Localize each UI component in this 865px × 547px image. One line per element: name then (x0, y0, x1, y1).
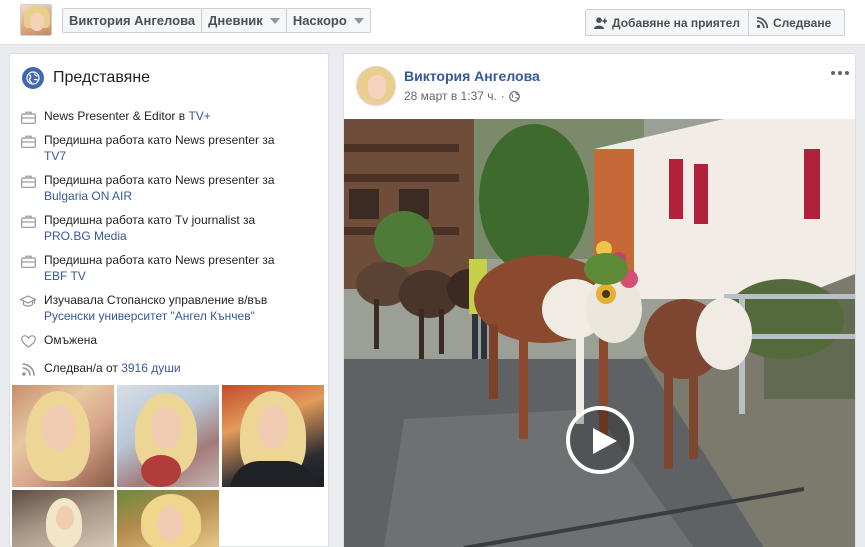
employer-link[interactable]: TV7 (44, 149, 66, 163)
globe-icon[interactable] (508, 90, 520, 102)
chevron-down-icon (353, 18, 364, 24)
crumb-timeline[interactable]: Дневник (201, 8, 287, 33)
post-timestamp[interactable]: 28 март в 1:37 ч. (404, 89, 497, 103)
crumb-recent-label: Наскоро (292, 13, 347, 28)
briefcase-icon (20, 133, 36, 149)
photo-face (42, 405, 76, 451)
intro-item-text: News Presenter & Editor в (44, 109, 189, 123)
intro-item-work-pro-bg: Предишна работа като Tv journalist за PRO… (20, 212, 320, 244)
profile-photo-thumbnail[interactable] (12, 490, 114, 547)
photo-roses (141, 455, 181, 487)
intro-list: News Presenter & Editor в TV+ Предишна р… (20, 108, 320, 380)
photo-face (56, 506, 74, 530)
intro-item-text: Предишна работа като News presenter за (44, 173, 275, 187)
photo-face (151, 407, 181, 449)
crumb-recent[interactable]: Наскоро (285, 8, 371, 33)
employer-link[interactable]: EBF TV (44, 269, 86, 283)
intro-item-work-tv7: Предишна работа като News presenter за TV… (20, 132, 320, 164)
avatar-face (30, 13, 44, 31)
intro-item-work-bulgaria-on-air: Предишна работа като News presenter за Bu… (20, 172, 320, 204)
school-link[interactable]: Русенски университет "Ангел Кънчев" (44, 309, 255, 323)
employer-link[interactable]: PRO.BG Media (44, 229, 127, 243)
intro-card: Представяне News Presenter & Editor в TV… (9, 53, 329, 547)
heart-icon (20, 333, 36, 349)
employer-link[interactable]: TV+ (188, 109, 210, 123)
intro-item-text: Изучавала Стопанско управление в/във (44, 293, 268, 307)
profile-actions: Добавяне на приятел Следване (585, 9, 845, 36)
profile-top-bar: Виктория Ангелова Дневник Наскоро Добавя… (0, 0, 865, 45)
dot-icon (831, 71, 835, 75)
intro-header: Представяне (22, 66, 150, 90)
profile-photo-thumbnail[interactable] (12, 385, 114, 487)
post-video[interactable] (344, 119, 855, 547)
intro-item-relationship: Омъжена (20, 332, 320, 352)
rss-icon (20, 361, 36, 377)
add-friend-icon (594, 16, 607, 29)
intro-item-text: Следван/а от (44, 361, 122, 375)
briefcase-icon (20, 253, 36, 269)
crumb-profile-name[interactable]: Виктория Ангелова (62, 8, 203, 33)
profile-avatar-small[interactable] (20, 4, 52, 36)
dot-icon (845, 71, 849, 75)
video-frame-cows (344, 119, 855, 547)
intro-title: Представяне (53, 69, 151, 86)
dot-icon (838, 71, 842, 75)
rss-icon (757, 17, 768, 28)
meta-separator: · (500, 89, 505, 103)
intro-item-text: Предишна работа като News presenter за (44, 253, 275, 267)
photo-face (258, 405, 288, 449)
globe-icon (22, 67, 44, 89)
post-options-button[interactable] (831, 66, 849, 80)
crumb-profile-name-label: Виктория Ангелова (69, 13, 196, 28)
add-friend-button[interactable]: Добавяне на приятел (585, 9, 749, 36)
post-card: Виктория Ангелова 28 март в 1:37 ч. · (343, 53, 856, 547)
play-button[interactable] (566, 406, 634, 474)
intro-item-text: Омъжена (44, 333, 98, 347)
follow-button[interactable]: Следване (748, 9, 845, 36)
intro-item-education: Изучавала Стопанско управление в/във Русе… (20, 292, 320, 324)
profile-photo-thumbnail[interactable] (117, 490, 219, 547)
follow-label: Следване (773, 15, 832, 30)
profile-photo-thumbnail[interactable] (222, 385, 324, 487)
briefcase-icon (20, 109, 36, 125)
profile-breadcrumb: Виктория Ангелова Дневник Наскоро (62, 8, 371, 33)
photo-face (157, 506, 183, 542)
chevron-down-icon (269, 18, 280, 24)
intro-item-work-current: News Presenter & Editor в TV+ (20, 108, 320, 128)
intro-item-followers: Следван/а от 3916 души (20, 360, 320, 380)
post-author-avatar[interactable] (356, 66, 396, 106)
employer-link[interactable]: Bulgaria ON AIR (44, 189, 132, 203)
post-author-name[interactable]: Виктория Ангелова (404, 68, 540, 84)
followers-link[interactable]: 3916 души (121, 361, 180, 375)
post-meta: 28 март в 1:37 ч. · (404, 89, 520, 103)
briefcase-icon (20, 173, 36, 189)
crumb-timeline-label: Дневник (208, 13, 263, 28)
profile-photo-thumbnail[interactable] (117, 385, 219, 487)
play-icon (593, 428, 617, 454)
graduation-cap-icon (20, 293, 36, 309)
add-friend-label: Добавяне на приятел (612, 15, 740, 30)
intro-item-text: Предишна работа като News presenter за (44, 133, 275, 147)
avatar-face (368, 75, 386, 99)
intro-item-work-ebf: Предишна работа като News presenter за EB… (20, 252, 320, 284)
briefcase-icon (20, 213, 36, 229)
photo-jacket (230, 461, 316, 487)
intro-item-text: Предишна работа като Tv journalist за (44, 213, 256, 227)
